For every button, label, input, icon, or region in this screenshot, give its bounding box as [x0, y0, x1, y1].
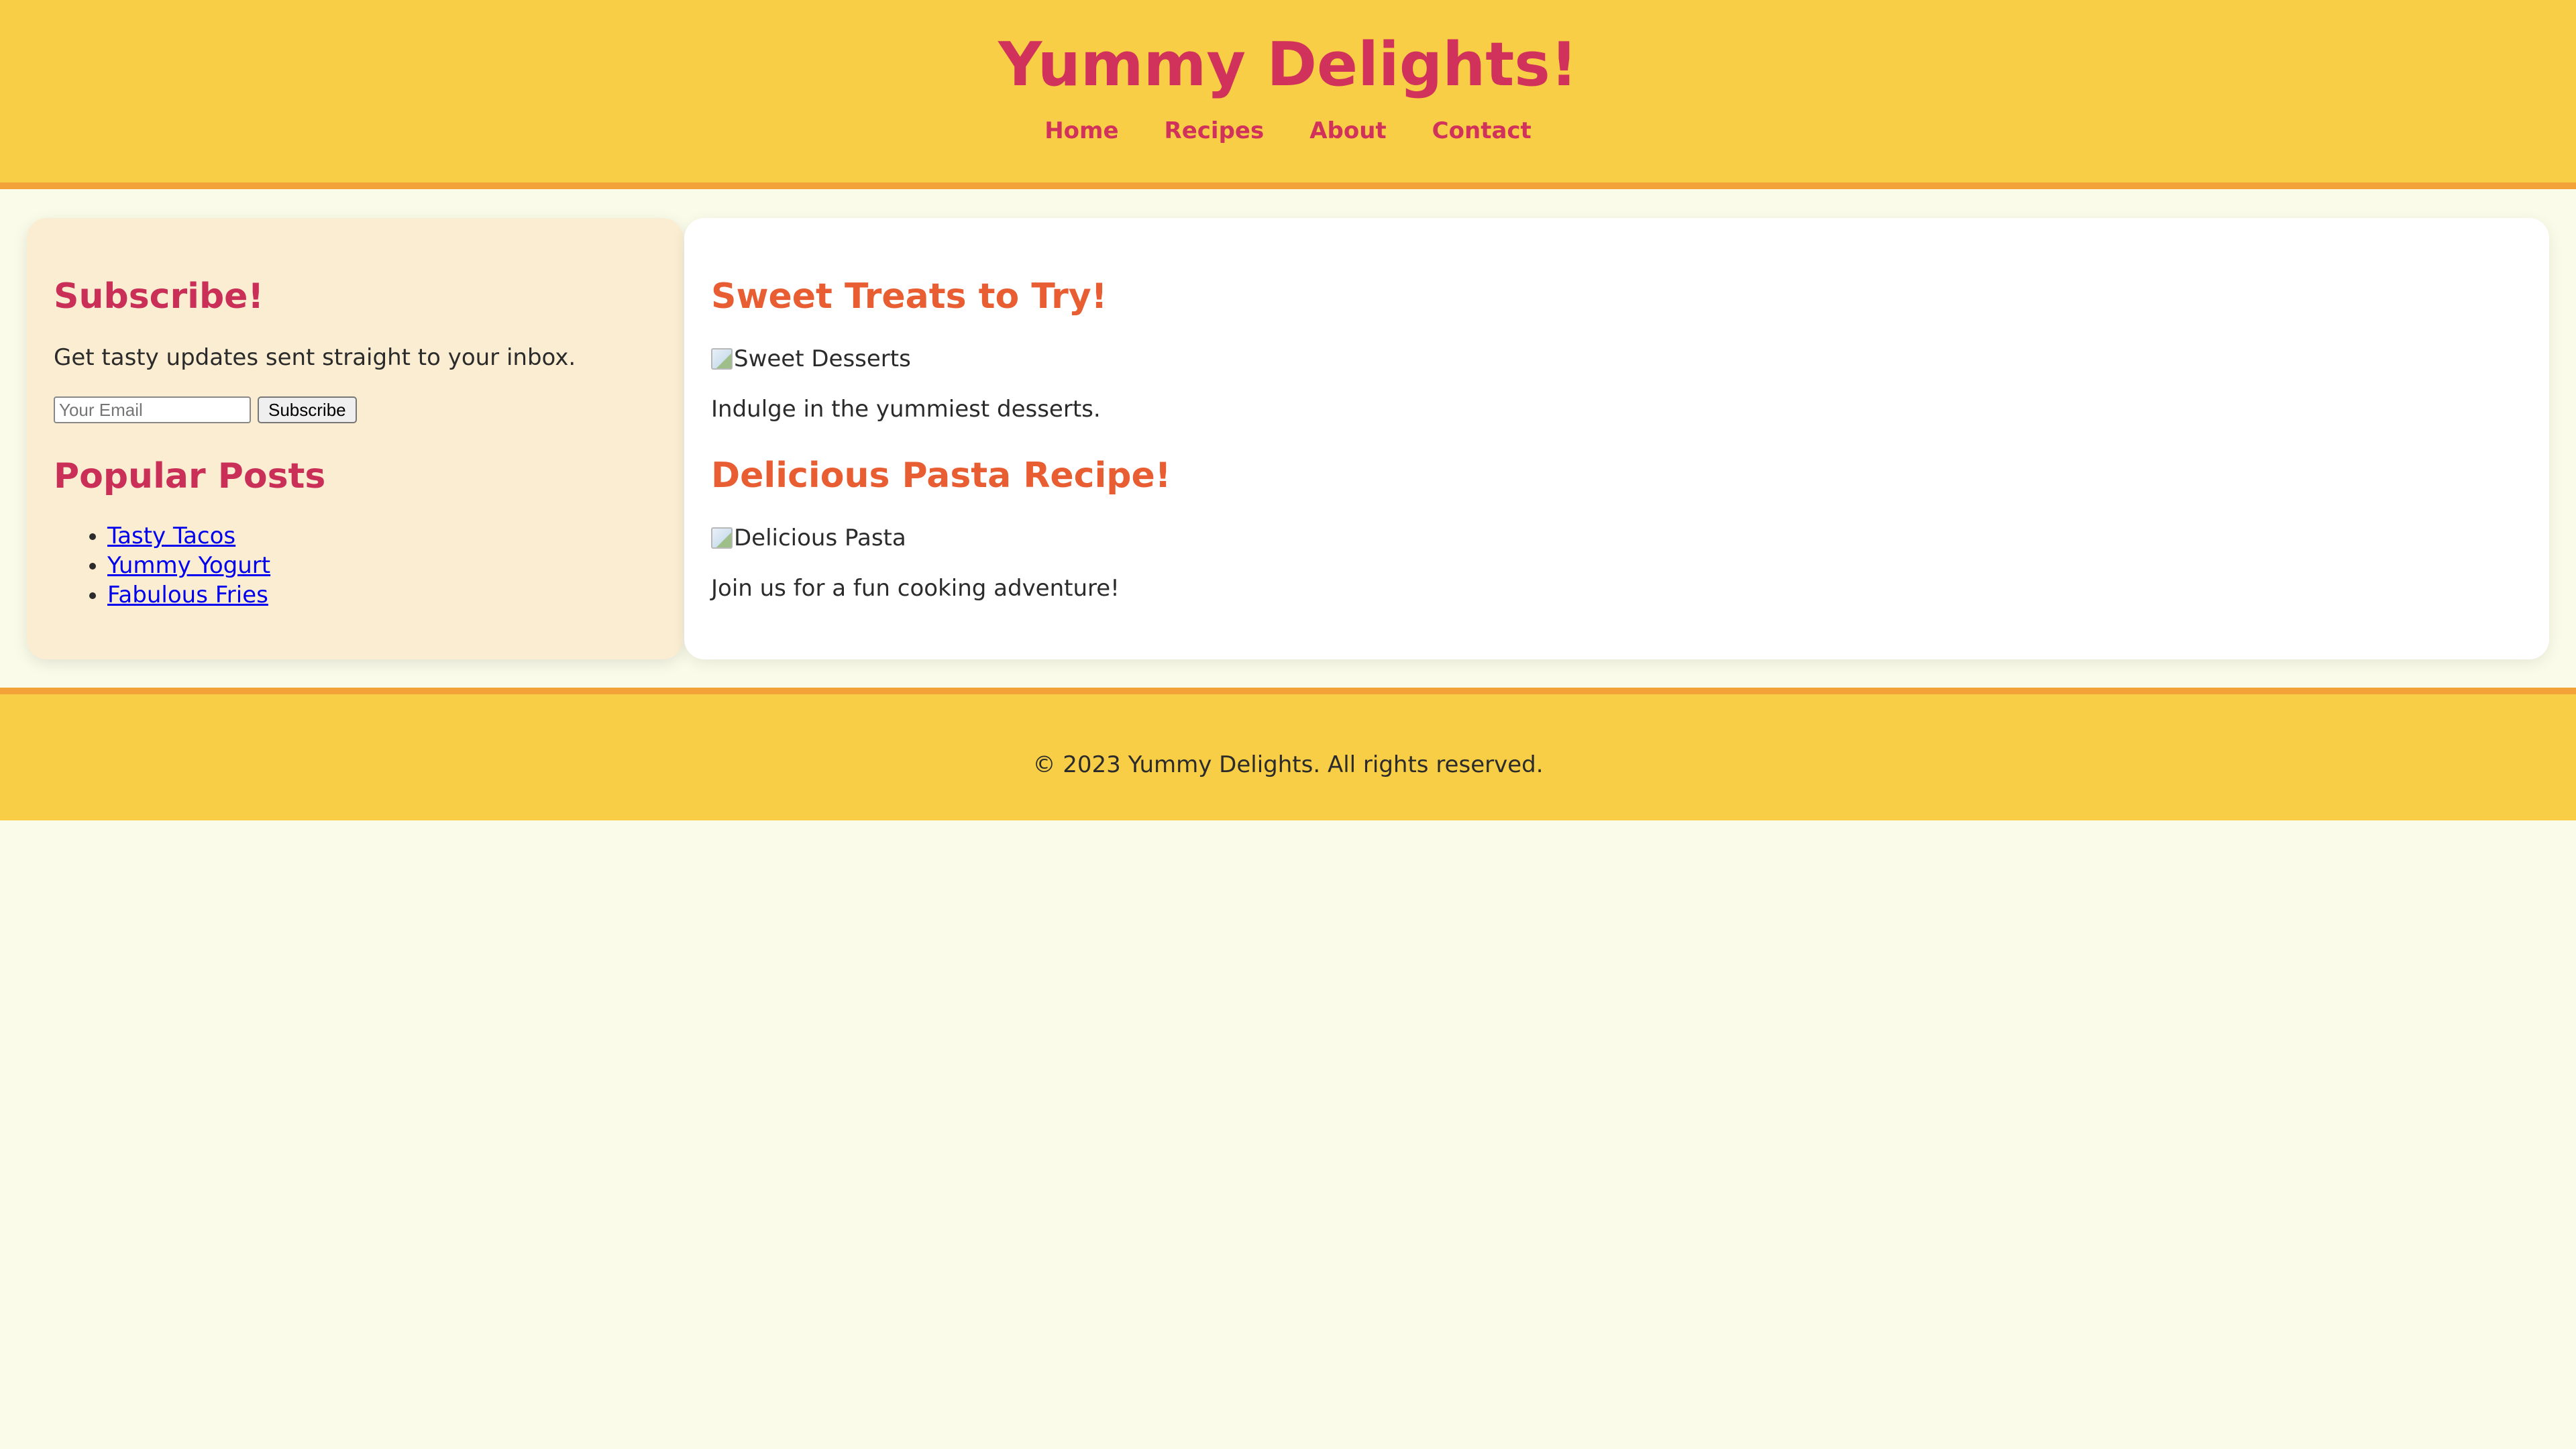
post-link-fabulous-fries[interactable]: Fabulous Fries [107, 582, 268, 608]
broken-image-icon [711, 348, 733, 370]
article-image: Delicious Pasta [711, 523, 906, 553]
broken-image-icon [711, 527, 733, 549]
post-link-yummy-yogurt[interactable]: Yummy Yogurt [107, 552, 270, 579]
main-nav: Home Recipes About Contact [0, 114, 2576, 148]
article-description: Join us for a fun cooking adventure! [711, 575, 1120, 602]
copyright-text: © 2023 Yummy Delights. All rights reserv… [1032, 751, 1544, 778]
nav-about-link[interactable]: About [1309, 114, 1386, 148]
post-link-tasty-tacos[interactable]: Tasty Tacos [107, 523, 235, 549]
article-description: Indulge in the yummiest desserts. [711, 396, 1101, 423]
nav-home-link[interactable]: Home [1044, 114, 1118, 148]
list-item: Tasty Tacos [107, 521, 270, 551]
image-alt-text: Sweet Desserts [734, 345, 911, 372]
site-title: Yummy Delights! [998, 30, 1578, 100]
subscribe-description: Get tasty updates sent straight to your … [54, 344, 576, 371]
popular-posts-list: Tasty Tacos Yummy Yogurt Fabulous Fries [54, 521, 270, 610]
site-header: Yummy Delights! Home Recipes About Conta… [0, 0, 2576, 189]
list-item: Fabulous Fries [107, 580, 270, 610]
site-footer: © 2023 Yummy Delights. All rights reserv… [0, 688, 2576, 820]
article-title: Sweet Treats to Try! [711, 276, 1108, 317]
popular-posts-heading: Popular Posts [54, 456, 326, 496]
sidebar: Subscribe! Get tasty updates sent straig… [27, 218, 683, 659]
subscribe-heading: Subscribe! [54, 276, 264, 317]
article-image: Sweet Desserts [711, 343, 911, 374]
email-input[interactable] [54, 396, 251, 423]
subscribe-form: Subscribe [54, 396, 357, 423]
list-item: Yummy Yogurt [107, 551, 270, 580]
nav-contact-link[interactable]: Contact [1432, 114, 1532, 148]
subscribe-button[interactable]: Subscribe [258, 396, 357, 423]
image-alt-text: Delicious Pasta [734, 525, 906, 551]
main-content: Sweet Treats to Try! Sweet Desserts Indu… [684, 218, 2549, 659]
article-title: Delicious Pasta Recipe! [711, 455, 1171, 496]
nav-recipes-link[interactable]: Recipes [1165, 114, 1265, 148]
